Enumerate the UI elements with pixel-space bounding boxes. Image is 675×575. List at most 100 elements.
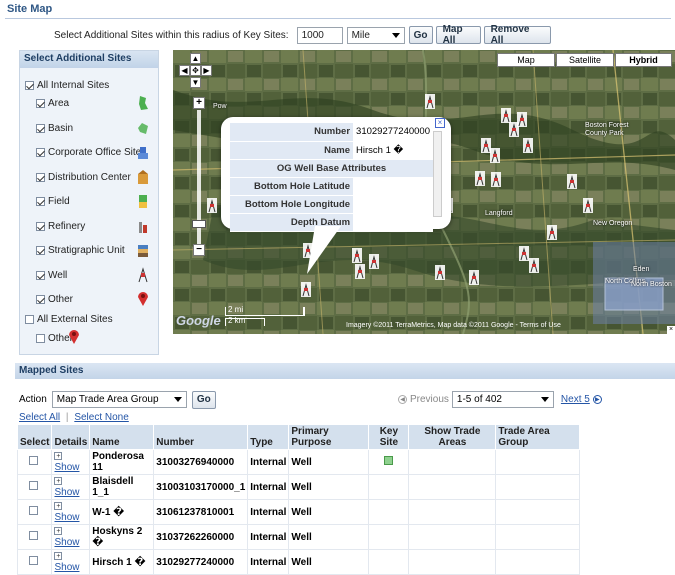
site-type-basin-checkbox[interactable]: Basin — [36, 123, 73, 134]
show-details-link[interactable]: Show — [54, 462, 79, 473]
well-marker-icon[interactable] — [501, 108, 511, 123]
overview-toggle-icon[interactable]: × — [667, 326, 675, 334]
checkbox[interactable] — [36, 270, 45, 280]
next-link[interactable]: Next 5 — [561, 394, 590, 405]
well-marker-icon[interactable] — [469, 270, 479, 285]
pan-center-button[interactable]: ✥ — [190, 65, 201, 76]
popup-row: Bottom Hole Longitude — [230, 195, 433, 214]
zoom-in-button[interactable]: + — [193, 97, 205, 109]
site-type-distribution-center-checkbox[interactable]: Distribution Center — [36, 172, 131, 183]
checkbox[interactable] — [36, 334, 45, 343]
close-icon[interactable]: × — [435, 118, 445, 128]
action-go-button[interactable]: Go — [191, 390, 216, 409]
well-marker-icon[interactable] — [567, 174, 577, 189]
well-marker-icon[interactable] — [523, 138, 533, 153]
well-marker-icon[interactable] — [355, 264, 365, 279]
radius-go-button[interactable]: Go — [408, 26, 433, 44]
popup-attribute-value — [353, 177, 433, 196]
well-marker-icon[interactable] — [352, 248, 362, 263]
google-logo: Google — [176, 313, 221, 328]
well-marker-icon[interactable] — [207, 198, 217, 213]
map-all-button[interactable]: Map All — [435, 24, 481, 46]
well-marker-icon[interactable] — [490, 148, 500, 163]
select-all-link[interactable]: Select All — [19, 412, 60, 423]
row-select-checkbox[interactable] — [28, 531, 38, 540]
remove-all-button[interactable]: Remove All — [483, 24, 551, 46]
pan-up-button[interactable]: ▲ — [190, 53, 201, 64]
site-type-corporate-office-site-checkbox[interactable]: Corporate Office Site — [36, 147, 141, 158]
distribution-icon — [137, 169, 149, 185]
key-site-cell — [368, 449, 410, 475]
zoom-out-button[interactable]: − — [193, 244, 205, 256]
row-select-checkbox[interactable] — [28, 506, 38, 515]
popup-attribute-name: Number — [230, 123, 354, 142]
map-type-map-button[interactable]: Map — [497, 53, 555, 67]
expand-icon[interactable]: + — [54, 477, 63, 486]
all-internal-sites-checkbox[interactable]: All Internal Sites — [25, 80, 109, 91]
row-select-checkbox[interactable] — [28, 481, 38, 490]
all-external-sites-checkbox[interactable]: All External Sites — [25, 314, 113, 325]
next-icon[interactable]: ▶ — [592, 395, 602, 404]
radius-input[interactable]: 1000 — [296, 26, 343, 44]
pan-down-button[interactable]: ▼ — [190, 77, 201, 88]
show-details-link[interactable]: Show — [54, 512, 79, 523]
checkbox[interactable] — [36, 197, 45, 206]
well-marker-icon[interactable] — [425, 94, 435, 109]
well-marker-icon[interactable] — [435, 265, 445, 280]
well-marker-icon[interactable] — [529, 258, 539, 273]
row-select-checkbox[interactable] — [28, 456, 38, 465]
checkbox[interactable] — [36, 295, 45, 304]
row-select-checkbox[interactable] — [28, 556, 38, 565]
stratigraphic-icon — [137, 242, 149, 258]
well-marker-icon[interactable] — [369, 254, 379, 269]
checkbox[interactable] — [36, 221, 45, 231]
page-title: Site Map — [7, 3, 53, 15]
col-primary-purpose: Primary Purpose — [288, 424, 370, 450]
well-marker-icon[interactable] — [475, 171, 485, 186]
previous-link[interactable]: Previous — [410, 394, 449, 405]
site-type-refinery-checkbox[interactable]: Refinery — [36, 221, 85, 232]
site-type-area-checkbox[interactable]: Area — [36, 98, 69, 109]
action-select[interactable]: Map Trade Area Group — [51, 391, 187, 408]
site-primary-purpose: Well — [288, 524, 370, 550]
checkbox[interactable] — [25, 315, 34, 324]
chevron-down-icon — [173, 397, 182, 402]
select-none-link[interactable]: Select None — [74, 412, 128, 423]
site-type-field-checkbox[interactable]: Field — [36, 196, 70, 207]
checkbox[interactable] — [36, 99, 45, 108]
expand-icon[interactable]: + — [54, 527, 63, 536]
site-type-well-checkbox[interactable]: Well — [36, 270, 67, 281]
checkbox[interactable] — [36, 148, 45, 157]
radius-unit-select[interactable]: Mile — [346, 26, 405, 44]
well-marker-icon[interactable] — [547, 225, 557, 240]
pan-left-button[interactable]: ◀ — [179, 65, 190, 76]
popup-scrollbar[interactable] — [433, 131, 442, 217]
well-marker-icon[interactable] — [583, 198, 593, 213]
details-cell: +Show — [51, 549, 91, 575]
expand-icon[interactable]: + — [54, 502, 63, 511]
site-type-other-checkbox[interactable]: Other — [36, 294, 73, 305]
show-details-link[interactable]: Show — [54, 562, 79, 573]
map-type-hybrid-button[interactable]: Hybrid — [615, 53, 672, 67]
previous-icon[interactable]: ◀ — [398, 395, 407, 404]
show-details-link[interactable]: Show — [54, 537, 79, 548]
zoom-slider-handle[interactable] — [192, 220, 206, 228]
range-select[interactable]: 1-5 of 402 — [451, 391, 554, 408]
site-number: 31003276940000 — [153, 449, 249, 475]
checkbox[interactable] — [36, 172, 45, 182]
expand-icon[interactable]: + — [54, 452, 63, 461]
well-marker-icon[interactable] — [301, 282, 311, 297]
show-details-link[interactable]: Show — [54, 487, 79, 498]
checkbox[interactable] — [36, 246, 45, 255]
checkbox[interactable] — [36, 123, 45, 133]
site-type-stratigraphic-unit-checkbox[interactable]: Stratigraphic Unit — [36, 245, 125, 256]
checkbox[interactable] — [25, 81, 34, 90]
pan-right-button[interactable]: ▶ — [201, 65, 212, 76]
map-type-satellite-button[interactable]: Satellite — [556, 53, 614, 67]
well-marker-icon[interactable] — [491, 172, 501, 187]
expand-icon[interactable]: + — [54, 552, 63, 561]
well-marker-icon[interactable] — [519, 246, 529, 261]
map-canvas[interactable]: ▲ ◀ ✥ ▶ ▼ + − Map Satellite Hybrid Pow Bo… — [173, 50, 675, 334]
well-marker-icon[interactable] — [517, 112, 527, 127]
radius-row: Select Additional Sites within this radi… — [54, 24, 551, 46]
